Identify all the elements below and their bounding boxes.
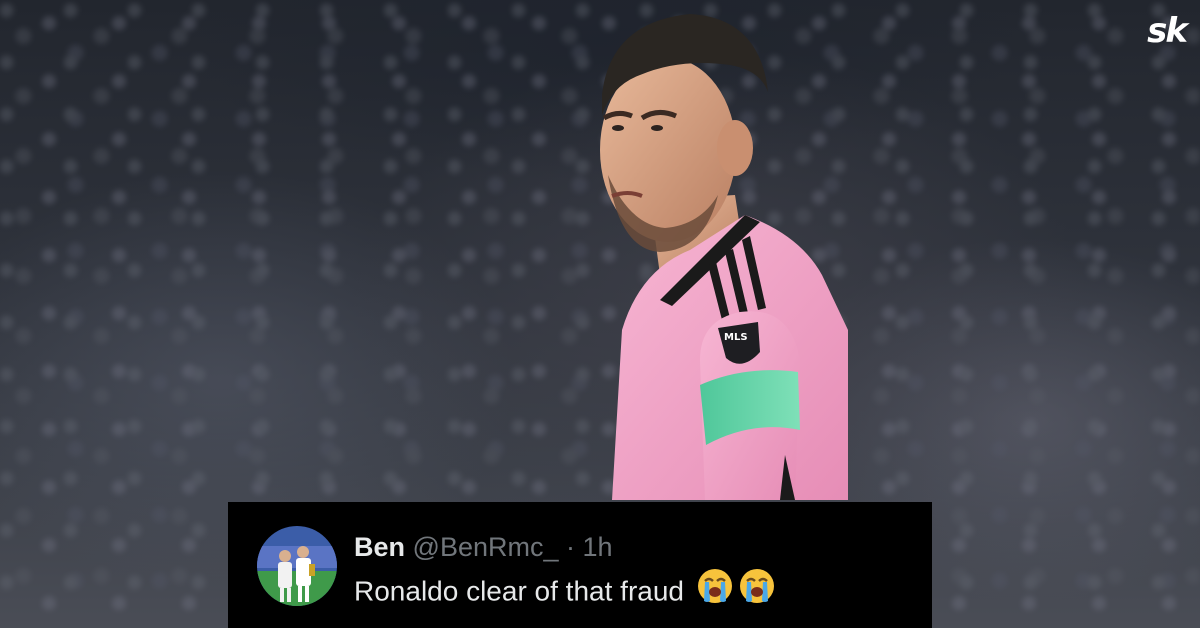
embedded-tweet[interactable]: Ben @BenRmc_ · 1h Ronaldo clear of that … bbox=[228, 502, 932, 628]
tweet-text-row: Ronaldo clear of that fraud bbox=[354, 569, 776, 613]
svg-text:MLS: MLS bbox=[724, 332, 748, 343]
separator-dot: · bbox=[566, 532, 576, 562]
avatar[interactable] bbox=[257, 526, 337, 606]
crying-face-icon bbox=[738, 567, 776, 613]
tweet-time[interactable]: 1h bbox=[583, 532, 613, 562]
header-image: MLS sk Ben @BenRmc_ · 1h Ronaldo clear o… bbox=[0, 0, 1200, 628]
tweet-text: Ronaldo clear of that fraud bbox=[354, 575, 684, 607]
avatar-photo bbox=[257, 526, 337, 606]
display-name[interactable]: Ben bbox=[354, 532, 405, 562]
crying-face-icon bbox=[696, 567, 734, 613]
sk-logo[interactable]: sk bbox=[1147, 14, 1188, 48]
tweet-header: Ben @BenRmc_ · 1h bbox=[354, 531, 613, 563]
user-handle[interactable]: @BenRmc_ bbox=[413, 532, 559, 562]
